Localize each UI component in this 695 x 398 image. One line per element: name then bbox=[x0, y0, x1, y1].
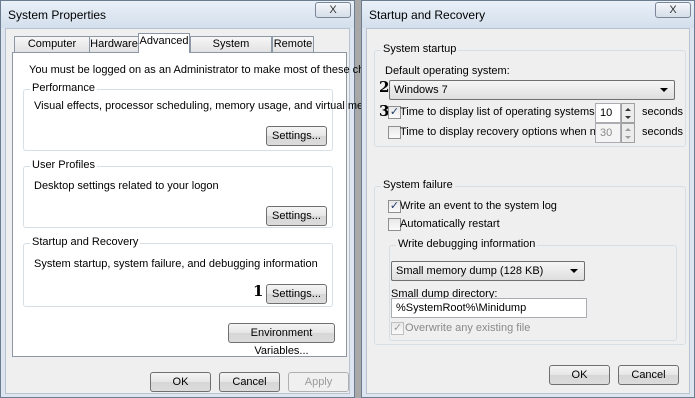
system-startup-group: System startup Default operating system:… bbox=[374, 43, 686, 147]
time-recovery-input[interactable]: 30 bbox=[595, 123, 621, 143]
time-list-label: Time to display list of operating system… bbox=[400, 106, 598, 118]
user-profiles-group: User Profiles Desktop settings related t… bbox=[23, 159, 333, 228]
arrow-up-icon bbox=[625, 128, 631, 131]
user-profiles-settings-button[interactable]: Settings... bbox=[266, 206, 327, 226]
overwrite-label: Overwrite any existing file bbox=[405, 322, 531, 334]
dump-dir-input[interactable]: %SystemRoot%\Minidump bbox=[391, 298, 587, 318]
default-os-dropdown[interactable]: Windows 7 bbox=[389, 80, 675, 100]
system-properties-titlebar[interactable]: System Properties X bbox=[1, 1, 354, 28]
performance-description: Visual effects, processor scheduling, me… bbox=[34, 100, 388, 112]
system-failure-legend: System failure bbox=[381, 179, 455, 191]
performance-group: Performance Visual effects, processor sc… bbox=[23, 82, 388, 151]
performance-settings-button[interactable]: Settings... bbox=[266, 126, 327, 146]
chevron-down-icon bbox=[570, 269, 578, 273]
user-profiles-legend: User Profiles bbox=[30, 159, 97, 171]
ok-button[interactable]: OK bbox=[549, 365, 610, 385]
debug-info-legend: Write debugging information bbox=[396, 238, 538, 250]
user-profiles-description: Desktop settings related to your logon bbox=[34, 180, 219, 192]
performance-legend: Performance bbox=[30, 82, 97, 94]
arrow-down-icon bbox=[625, 136, 631, 139]
system-startup-legend: System startup bbox=[381, 43, 459, 55]
annotation-marker-1: 1 bbox=[253, 282, 264, 300]
default-os-value: Windows 7 bbox=[394, 84, 448, 96]
time-list-spinner[interactable] bbox=[621, 103, 635, 123]
close-button[interactable]: X bbox=[315, 2, 351, 18]
chevron-down-icon bbox=[660, 88, 668, 92]
cancel-button[interactable]: Cancel bbox=[618, 365, 679, 385]
checkmark-icon: ✓ bbox=[392, 322, 403, 334]
default-os-label: Default operating system: bbox=[385, 65, 510, 77]
dump-type-value: Small memory dump (128 KB) bbox=[396, 265, 544, 277]
tab-hardware[interactable]: Hardware bbox=[89, 36, 139, 52]
window-title: Startup and Recovery bbox=[369, 8, 486, 22]
time-list-seconds: seconds bbox=[642, 106, 683, 118]
close-button[interactable]: X bbox=[655, 2, 691, 18]
overwrite-checkbox[interactable]: ✓ bbox=[391, 322, 404, 335]
time-recovery-seconds: seconds bbox=[642, 126, 683, 138]
time-recovery-spinner[interactable] bbox=[621, 123, 635, 143]
tab-advanced[interactable]: Advanced bbox=[138, 33, 190, 53]
startup-recovery-legend: Startup and Recovery bbox=[30, 236, 141, 248]
tab-computer-name[interactable]: Computer Name bbox=[14, 36, 90, 64]
apply-button[interactable]: Apply bbox=[288, 372, 349, 392]
annotation-marker-2: 2 bbox=[379, 78, 390, 96]
startup-recovery-description: System startup, system failure, and debu… bbox=[34, 258, 318, 270]
dump-type-dropdown[interactable]: Small memory dump (128 KB) bbox=[391, 261, 585, 281]
debug-info-group: Write debugging information Small memory… bbox=[389, 238, 677, 341]
window-title: System Properties bbox=[8, 8, 107, 22]
tab-remote[interactable]: Remote bbox=[272, 36, 314, 52]
startup-and-recovery-window: Startup and Recovery X System startup De… bbox=[361, 0, 695, 398]
advanced-tab-panel: You must be logged on as an Administrato… bbox=[12, 52, 397, 357]
time-list-input[interactable]: 10 bbox=[595, 103, 621, 123]
checkmark-icon: ✓ bbox=[389, 106, 400, 118]
cancel-button[interactable]: Cancel bbox=[219, 372, 280, 392]
checkmark-icon: ✓ bbox=[389, 200, 400, 212]
system-properties-window: System Properties X Computer Name Hardwa… bbox=[0, 0, 397, 398]
auto-restart-label: Automatically restart bbox=[400, 218, 500, 230]
ok-button[interactable]: OK bbox=[150, 372, 211, 392]
admin-notice: You must be logged on as an Administrato… bbox=[29, 64, 398, 76]
write-event-label: Write an event to the system log bbox=[400, 200, 557, 212]
arrow-up-icon bbox=[625, 108, 631, 111]
arrow-down-icon bbox=[625, 116, 631, 119]
startup-recovery-group: Startup and Recovery System startup, sys… bbox=[23, 236, 333, 307]
environment-variables-button[interactable]: Environment Variables... bbox=[228, 323, 335, 357]
system-failure-group: System failure ✓ Write an event to the s… bbox=[374, 179, 686, 345]
startup-recovery-titlebar[interactable]: Startup and Recovery X bbox=[362, 1, 694, 28]
startup-recovery-settings-button[interactable]: Settings... bbox=[266, 284, 327, 304]
tab-system-protection[interactable]: System Protection bbox=[190, 36, 272, 64]
